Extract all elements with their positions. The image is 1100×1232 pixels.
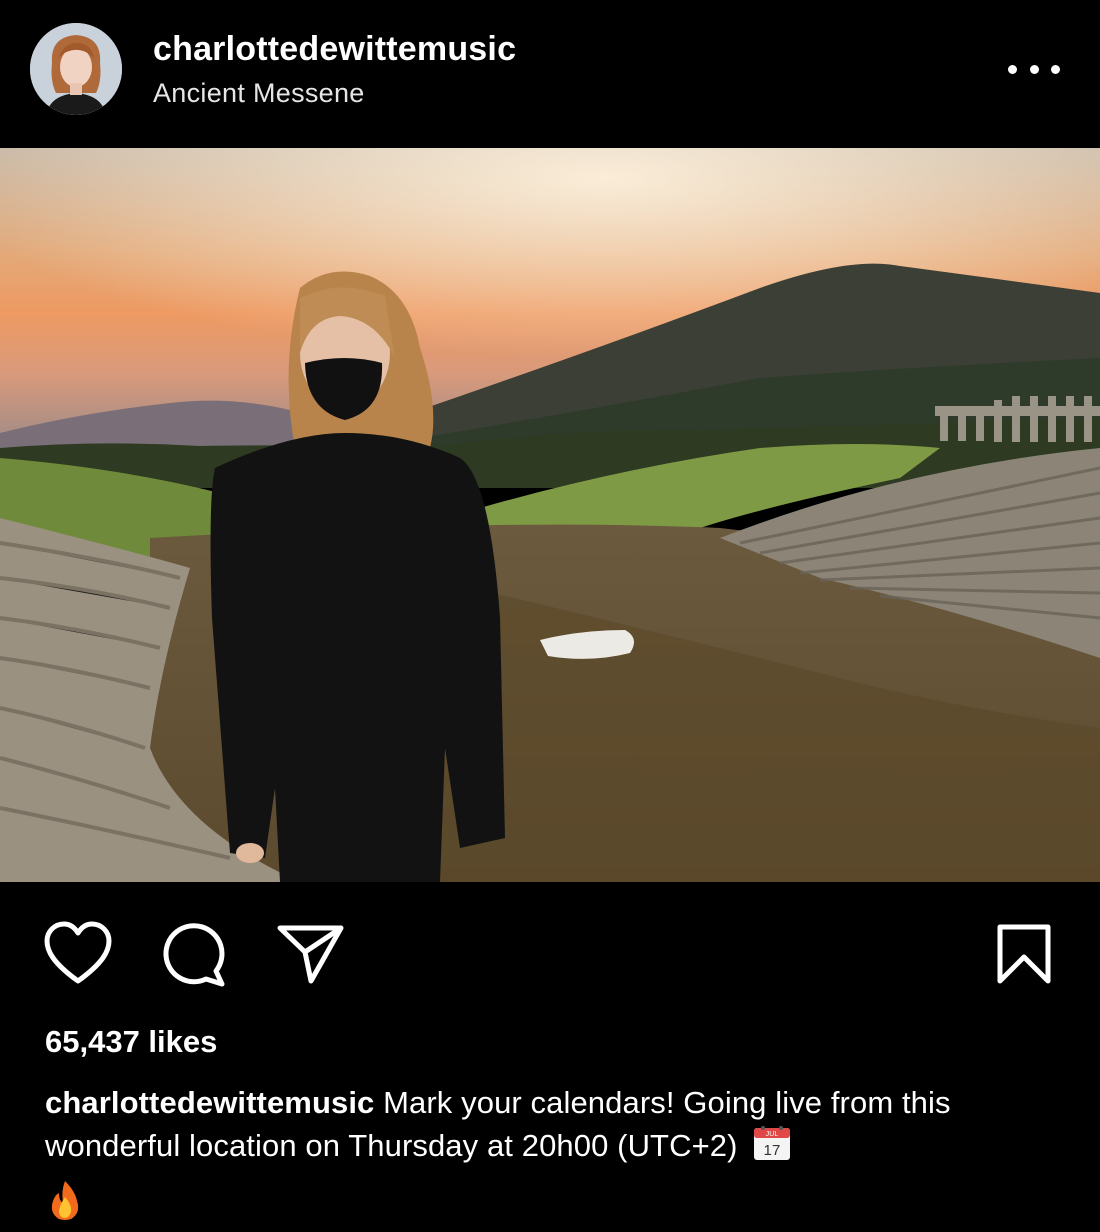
fire-emoji — [45, 1179, 1075, 1232]
avatar[interactable] — [30, 23, 122, 115]
post-photo[interactable] — [0, 148, 1100, 882]
likes-count[interactable]: 65,437 likes — [45, 1024, 217, 1060]
calendar-month: JUL — [766, 1131, 779, 1138]
post-username[interactable]: charlottedewittemusic — [153, 30, 516, 69]
share-icon[interactable] — [277, 923, 345, 990]
post-header: charlottedewittemusic Ancient Messene — [0, 0, 1100, 148]
calendar-emoji: JUL 17 — [752, 1124, 792, 1173]
post-caption: charlottedewittemusic Mark your calendar… — [45, 1082, 1075, 1232]
post-location[interactable]: Ancient Messene — [153, 78, 365, 109]
comment-icon[interactable] — [160, 921, 226, 992]
caption-username[interactable]: charlottedewittemusic — [45, 1085, 374, 1120]
action-bar — [0, 915, 1100, 995]
bookmark-icon[interactable] — [996, 923, 1052, 990]
more-options-icon[interactable] — [1008, 52, 1060, 86]
heart-icon[interactable] — [43, 921, 113, 992]
calendar-day: 17 — [764, 1142, 781, 1159]
